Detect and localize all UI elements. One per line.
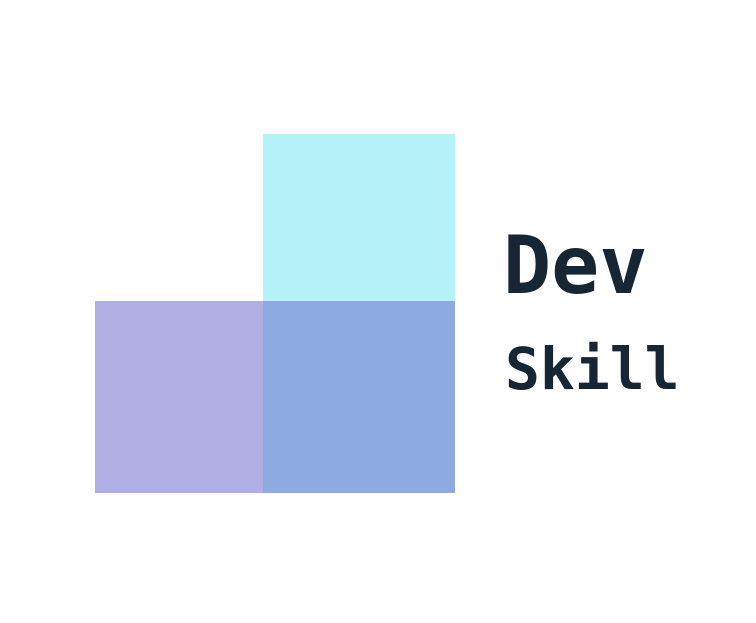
logo-square-left [95, 301, 263, 493]
logo-square-top [263, 134, 455, 301]
logo-square-right [263, 301, 455, 493]
logo-text-dev: Dev [503, 219, 648, 312]
logo-text-skill: Skill [505, 335, 680, 403]
